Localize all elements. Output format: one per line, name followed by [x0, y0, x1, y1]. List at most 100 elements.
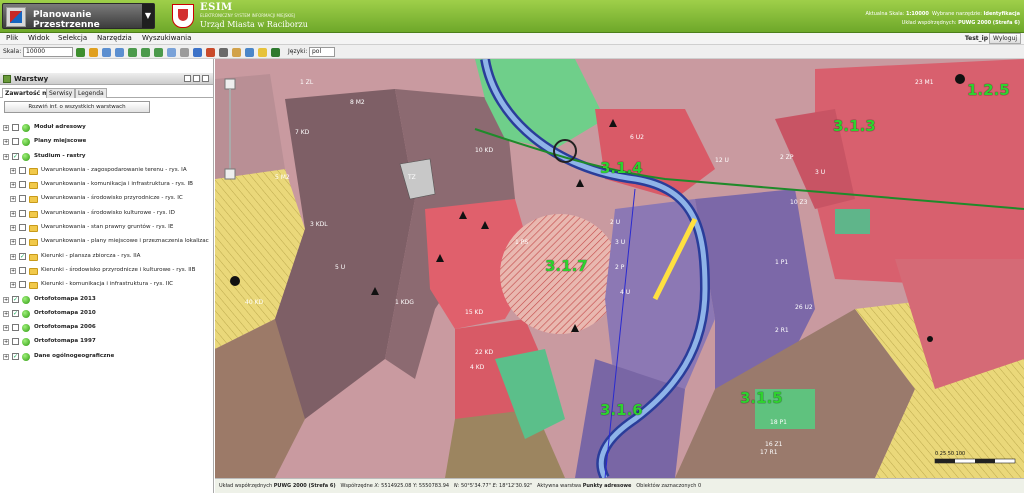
expand-icon[interactable]: + — [10, 267, 16, 274]
menu-selekcja[interactable]: Selekcja — [58, 34, 87, 42]
layer-row[interactable]: + ✓ Ortofotomapa 2013 — [0, 293, 213, 307]
map-point-w — [230, 276, 240, 286]
expand-icon[interactable]: + — [3, 310, 9, 317]
panel-restore-icon[interactable] — [193, 75, 200, 82]
select-icon[interactable] — [206, 48, 215, 57]
logout-button[interactable]: Wyloguj — [989, 33, 1021, 44]
expand-icon[interactable]: + — [10, 196, 16, 203]
expand-icon[interactable]: + — [3, 125, 9, 131]
layers-panel-header: Warstwy — [0, 73, 213, 85]
parcel-label: 8 M2 — [350, 99, 365, 106]
measure-icon[interactable] — [219, 48, 228, 57]
refresh-icon[interactable] — [76, 48, 85, 57]
language-select[interactable]: pol — [309, 47, 335, 57]
expand-icon[interactable]: + — [3, 296, 9, 303]
layer-checkbox[interactable] — [19, 166, 26, 174]
menu-widok[interactable]: Widok — [28, 34, 50, 42]
expand-icon[interactable]: + — [3, 139, 9, 146]
layer-checkbox[interactable] — [12, 124, 19, 131]
expand-icon[interactable]: + — [10, 167, 16, 174]
layer-row[interactable]: + ✓ Studium - rastry — [0, 150, 213, 164]
layer-checkbox[interactable] — [19, 209, 26, 217]
panel-close-icon[interactable] — [202, 75, 209, 82]
expand-icon[interactable]: + — [10, 225, 16, 232]
layer-checkbox[interactable] — [19, 238, 26, 246]
expand-icon[interactable]: + — [10, 253, 16, 260]
layer-row[interactable]: + Uwarunkowania - środowisko przyrodnicze… — [0, 192, 213, 206]
layer-label: Uwarunkowania - środowisko przyrodnicze … — [41, 195, 183, 202]
layer-label: Dane ogólnogeograficzne — [34, 352, 115, 359]
tab-legend[interactable]: Legenda — [75, 88, 107, 98]
pan-hand-icon[interactable] — [89, 48, 98, 57]
zoom-out-control[interactable] — [224, 168, 236, 180]
layer-checkbox[interactable] — [12, 338, 19, 346]
layer-row[interactable]: + Uwarunkowania - plany miejscowe i przez… — [0, 235, 213, 249]
zone-green-east — [835, 209, 870, 234]
expand-icon[interactable]: + — [10, 182, 16, 189]
expand-icon[interactable]: + — [3, 339, 9, 346]
layer-checkbox[interactable]: ✓ — [12, 309, 19, 317]
layer-checkbox[interactable]: ✓ — [12, 352, 19, 360]
layer-checkbox[interactable] — [19, 195, 26, 203]
expand-icon[interactable]: + — [10, 239, 16, 246]
scale-bar-label: 0 25 50 100 — [935, 451, 966, 457]
layer-checkbox[interactable]: ✓ — [19, 252, 26, 260]
layer-label: Ortofotomapa 2006 — [34, 324, 96, 331]
zoom-next-icon[interactable] — [154, 48, 163, 57]
zoom-previous-icon[interactable] — [141, 48, 150, 57]
export-icon[interactable] — [271, 48, 280, 57]
area-icon[interactable] — [232, 48, 241, 57]
expand-icon[interactable]: + — [3, 325, 9, 332]
layer-row[interactable]: + Moduł adresowy — [0, 121, 213, 135]
layer-checkbox[interactable] — [12, 324, 19, 332]
layer-checkbox[interactable] — [19, 181, 26, 189]
app-selector[interactable]: Planowanie Przestrzenne ▼ — [2, 3, 155, 30]
dropdown-arrow-icon[interactable]: ▼ — [142, 4, 154, 28]
info-icon[interactable] — [193, 48, 202, 57]
print-icon[interactable] — [245, 48, 254, 57]
tab-services[interactable]: Serwisy — [46, 88, 76, 98]
magnifier-icon[interactable] — [180, 48, 189, 57]
expand-all-layers-button[interactable]: Rozwiń inf. o wszystkich warstwach — [4, 101, 150, 113]
zoom-in-control[interactable] — [224, 78, 236, 90]
folder-icon — [29, 225, 38, 233]
layer-row[interactable]: + ✓ Ortofotomapa 2010 — [0, 307, 213, 321]
layer-row[interactable]: + Ortofotomapa 2006 — [0, 321, 213, 335]
expand-icon[interactable]: + — [10, 282, 16, 289]
layer-row[interactable]: + Uwarunkowania - środowisko kulturowe - … — [0, 207, 213, 221]
layer-row[interactable]: + ✓ Dane ogólnogeograficzne — [0, 350, 213, 364]
layer-row[interactable]: + Uwarunkowania - stan prawny gruntów - r… — [0, 221, 213, 235]
expand-icon[interactable]: + — [10, 210, 16, 217]
map-canvas[interactable]: 1.2.5 3.1.3 3.1.4 3.1.7 3.1.6 3.1.5 TZ 1 PS 2 P 2… — [215, 59, 1024, 478]
layer-row[interactable]: + Uwarunkowania - komunikacja i infrastru… — [0, 178, 213, 192]
menu-plik[interactable]: Plik — [6, 34, 18, 42]
layer-checkbox[interactable]: ✓ — [12, 295, 19, 303]
layer-row[interactable]: + Kierunki - komunikacja i infrastruktura… — [0, 278, 213, 292]
edit-icon[interactable] — [258, 48, 267, 57]
layers-icon — [3, 75, 11, 83]
expand-icon[interactable]: + — [3, 353, 9, 360]
parcel-label: 15 KD — [465, 309, 484, 316]
zoom-extent-icon[interactable] — [128, 48, 137, 57]
layer-checkbox[interactable]: ✓ — [12, 152, 19, 160]
layers-sidebar: Warstwy Zawartość mapy Serwisy Legenda R… — [0, 59, 214, 493]
layer-checkbox[interactable] — [19, 281, 26, 289]
zoom-out-icon[interactable] — [115, 48, 124, 57]
scale-input[interactable]: 10000 — [23, 47, 73, 57]
zoom-slider-track[interactable] — [229, 89, 231, 169]
layer-checkbox[interactable] — [12, 138, 19, 146]
zoom-window-icon[interactable] — [167, 48, 176, 57]
zoom-in-icon[interactable] — [102, 48, 111, 57]
layer-row[interactable]: + Plany miejscowe — [0, 135, 213, 149]
expand-icon[interactable]: + — [3, 153, 9, 160]
menu-wyszukiwania[interactable]: Wyszukiwania — [142, 34, 191, 42]
menu-narzedzia[interactable]: Narzędzia — [97, 34, 132, 42]
layer-row[interactable]: + Kierunki - środowisko przyrodnicze i ku… — [0, 264, 213, 278]
parcel-label: 2 ZP — [780, 154, 794, 161]
panel-minimize-icon[interactable] — [184, 75, 191, 82]
layer-row[interactable]: + Ortofotomapa 1997 — [0, 335, 213, 349]
layer-row[interactable]: + Uwarunkowania - zagospodarowanie terenu… — [0, 164, 213, 178]
layer-checkbox[interactable] — [19, 224, 26, 232]
layer-checkbox[interactable] — [19, 266, 26, 274]
layer-row[interactable]: + ✓ Kierunki - plansza zbiorcza - rys. IIA — [0, 250, 213, 264]
